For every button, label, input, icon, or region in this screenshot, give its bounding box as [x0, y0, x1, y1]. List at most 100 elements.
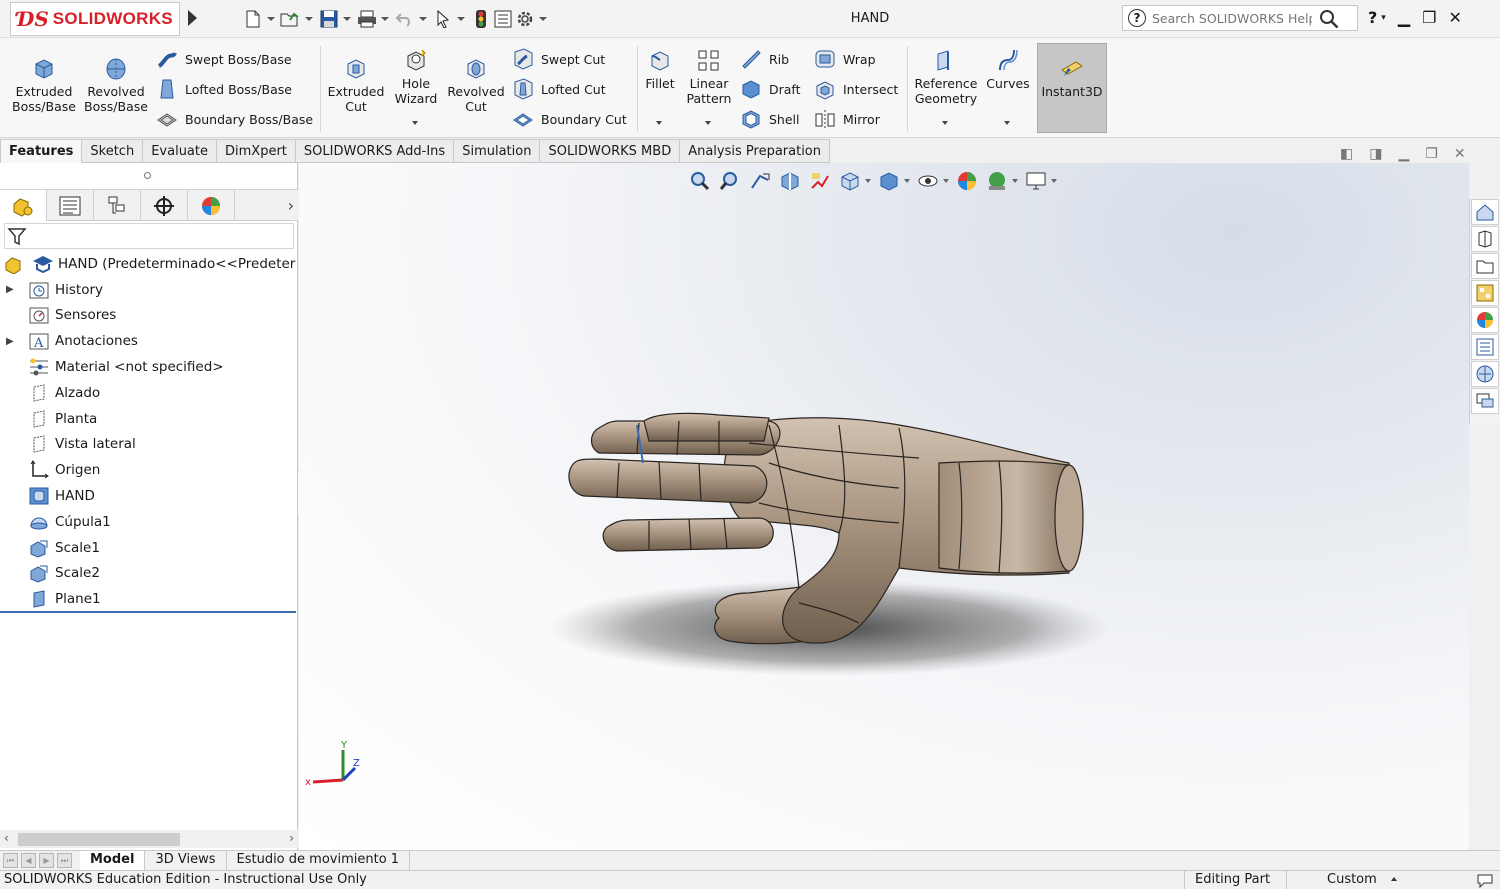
horizontal-scrollbar[interactable]: ‹ › — [0, 830, 298, 848]
tab-solidworks-add-ins[interactable]: SOLIDWORKS Add-Ins — [295, 139, 455, 163]
previous-view-icon[interactable] — [748, 170, 772, 192]
tree-filter-bar[interactable] — [4, 223, 294, 249]
custom-properties-icon[interactable] — [1471, 334, 1499, 360]
edit-appearance-icon[interactable] — [955, 170, 979, 192]
solidworks-logo[interactable]: ƊS SOLIDWORKS — [10, 2, 180, 36]
viewport-prev-icon[interactable]: ◧ — [1340, 146, 1353, 162]
unit-system-selector[interactable]: Custom — [1286, 871, 1417, 889]
zoom-to-area-icon[interactable] — [718, 170, 742, 192]
print-icon[interactable] — [356, 9, 378, 29]
unit-system-dropdown-icon[interactable] — [1391, 877, 1397, 881]
select-dropdown-icon[interactable] — [457, 17, 465, 21]
appearances-icon[interactable] — [1471, 307, 1499, 333]
tree-item-origin[interactable]: Origen — [0, 457, 296, 483]
help-dropdown-icon[interactable]: ▾ — [1381, 13, 1386, 23]
open-dropdown-icon[interactable] — [305, 17, 313, 21]
boundary-boss-button[interactable]: Boundary Boss/Base — [156, 108, 313, 130]
rollback-bar[interactable] — [0, 611, 296, 613]
intersect-button[interactable]: Intersect — [814, 78, 898, 100]
lofted-boss-button[interactable]: Lofted Boss/Base — [156, 78, 292, 100]
zoom-to-fit-icon[interactable] — [688, 170, 712, 192]
panel-drag-handle[interactable] — [144, 172, 151, 179]
help-search-box[interactable]: ? — [1122, 5, 1358, 31]
search-icon[interactable] — [1319, 9, 1339, 32]
reference-geometry-dropdown-icon[interactable] — [942, 121, 948, 125]
lofted-cut-button[interactable]: Lofted Cut — [512, 78, 606, 100]
wrap-button[interactable]: Wrap — [814, 48, 876, 70]
previous-tab-icon[interactable]: ◀ — [21, 852, 36, 868]
last-tab-icon[interactable]: ⏭ — [57, 852, 72, 868]
first-tab-icon[interactable]: ⏮ — [3, 852, 18, 868]
tab-dimxpert[interactable]: DimXpert — [217, 139, 296, 163]
chevron-right-icon[interactable]: › — [288, 196, 294, 215]
file-explorer-icon[interactable] — [1471, 253, 1499, 279]
view-orientation-dropdown-icon[interactable] — [865, 179, 871, 183]
tree-item-history[interactable]: ▶ History — [0, 277, 296, 303]
save-icon[interactable] — [318, 9, 340, 29]
design-library-icon[interactable] — [1471, 226, 1499, 252]
expand-arrow-icon[interactable]: ▶ — [6, 284, 16, 295]
view-settings-dropdown-icon[interactable] — [1051, 179, 1057, 183]
view-settings-icon[interactable] — [1024, 170, 1048, 192]
reference-geometry-button[interactable]: Reference Geometry — [912, 48, 980, 106]
viewport-minimize-icon[interactable]: ▁ — [1398, 146, 1409, 162]
scroll-right-icon[interactable]: › — [289, 831, 294, 845]
rebuild-status-icon[interactable] — [1476, 872, 1494, 889]
print-dropdown-icon[interactable] — [381, 17, 389, 21]
section-view-icon[interactable] — [778, 170, 802, 192]
save-dropdown-icon[interactable] — [343, 17, 351, 21]
close-icon[interactable]: ✕ — [1448, 8, 1461, 27]
hand-model[interactable]: x Y Z — [299, 163, 1469, 850]
tree-item-annotations[interactable]: ▶ A Anotaciones — [0, 328, 296, 354]
forum-icon[interactable] — [1471, 388, 1499, 414]
rib-button[interactable]: Rib — [740, 48, 789, 70]
display-style-dropdown-icon[interactable] — [904, 179, 910, 183]
configuration-manager-tab[interactable] — [94, 190, 141, 221]
tab-analysis-preparation[interactable]: Analysis Preparation — [680, 139, 830, 163]
fillet-button[interactable]: Fillet — [642, 48, 678, 91]
property-manager-tab[interactable] — [47, 190, 94, 221]
rebuild-icon[interactable] — [470, 9, 492, 29]
help-menu-icon[interactable]: ? — [1368, 8, 1377, 27]
minimize-icon[interactable]: ▁ — [1398, 8, 1410, 27]
tab-model[interactable]: Model — [80, 850, 146, 870]
draft-button[interactable]: Draft — [740, 78, 801, 100]
swept-cut-button[interactable]: Swept Cut — [512, 48, 605, 70]
swept-boss-button[interactable]: Swept Boss/Base — [156, 48, 292, 70]
file-properties-icon[interactable] — [492, 9, 514, 29]
boundary-cut-button[interactable]: Boundary Cut — [512, 108, 627, 130]
tab-features[interactable]: Features — [0, 139, 83, 163]
tab-evaluate[interactable]: Evaluate — [143, 139, 217, 163]
hole-wizard-button[interactable]: Hole Wizard — [390, 48, 442, 106]
view-palette-icon[interactable] — [1471, 280, 1499, 306]
new-icon[interactable] — [242, 9, 264, 29]
tree-item-hand-body[interactable]: HAND — [0, 483, 296, 509]
mirror-button[interactable]: Mirror — [814, 108, 880, 130]
options-icon[interactable] — [514, 9, 536, 29]
home-icon[interactable] — [1471, 199, 1499, 225]
view-orientation-icon[interactable] — [838, 170, 862, 192]
dynamic-annotation-icon[interactable] — [808, 170, 832, 192]
linear-pattern-dropdown-icon[interactable] — [705, 121, 711, 125]
shell-button[interactable]: Shell — [740, 108, 800, 130]
tree-item-scale1[interactable]: Scale1 — [0, 535, 296, 561]
tree-item-plane1[interactable]: Plane1 — [0, 586, 296, 612]
tree-item-material[interactable]: Material <not specified> — [0, 354, 296, 380]
tree-item-scale2[interactable]: Scale2 — [0, 561, 296, 587]
tab-3d-views[interactable]: 3D Views — [145, 850, 227, 870]
scroll-left-icon[interactable]: ‹ — [4, 831, 9, 845]
tree-item-plane-vista-lateral[interactable]: Vista lateral — [0, 432, 296, 458]
tree-item-plane-planta[interactable]: Planta — [0, 406, 296, 432]
revolved-boss-button[interactable]: Revolved Boss/Base — [84, 56, 148, 114]
select-icon[interactable] — [432, 9, 454, 29]
new-dropdown-icon[interactable] — [267, 17, 275, 21]
graphics-area[interactable]: x Y Z — [299, 163, 1469, 850]
tab-motion-study[interactable]: Estudio de movimiento 1 — [227, 850, 411, 870]
hide-show-items-icon[interactable] — [916, 170, 940, 192]
extruded-boss-button[interactable]: Extruded Boss/Base — [10, 56, 78, 114]
solidworks-resources-icon[interactable] — [1471, 361, 1499, 387]
curves-dropdown-icon[interactable] — [1004, 121, 1010, 125]
menu-expand-arrow-icon[interactable] — [188, 10, 197, 26]
extruded-cut-button[interactable]: Extruded Cut — [326, 56, 386, 114]
tree-item-sensors[interactable]: Sensores — [0, 303, 296, 329]
